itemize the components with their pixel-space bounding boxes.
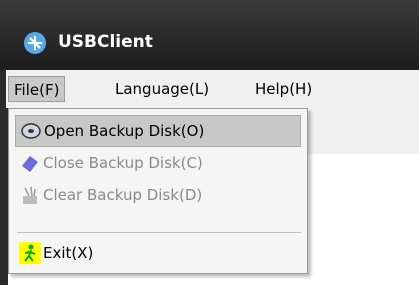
title-bar: USBClient xyxy=(0,0,419,70)
menu-language[interactable]: Language(L) xyxy=(110,76,214,102)
file-dropdown-menu: Open Backup Disk(O) Close Backup Disk(C)… xyxy=(8,108,308,274)
menu-item-label: Clear Backup Disk(D) xyxy=(43,186,203,204)
window-title: USBClient xyxy=(58,32,153,52)
menu-item-close-backup-disk[interactable]: Close Backup Disk(C) xyxy=(15,147,301,179)
close-disk-icon xyxy=(22,156,38,172)
menu-item-label: Close Backup Disk(C) xyxy=(43,154,203,172)
menu-file[interactable]: File(F) xyxy=(8,76,66,102)
usb-client-icon xyxy=(24,32,46,54)
menu-item-label: Open Backup Disk(O) xyxy=(44,122,205,140)
menu-item-label: Exit(X) xyxy=(43,244,94,262)
exit-icon xyxy=(19,242,41,264)
menu-item-clear-backup-disk[interactable]: Clear Backup Disk(D) xyxy=(15,179,301,211)
menu-separator xyxy=(17,232,301,233)
menu-item-open-backup-disk[interactable]: Open Backup Disk(O) xyxy=(15,115,301,147)
menu-help[interactable]: Help(H) xyxy=(250,76,317,102)
toolbar xyxy=(300,108,419,155)
menu-bar: File(F) Language(L) Help(H) xyxy=(0,70,419,108)
menu-item-exit[interactable]: Exit(X) xyxy=(15,237,301,269)
window-frame xyxy=(0,108,8,285)
open-disk-icon xyxy=(21,123,41,139)
clear-disk-icon xyxy=(23,186,37,204)
